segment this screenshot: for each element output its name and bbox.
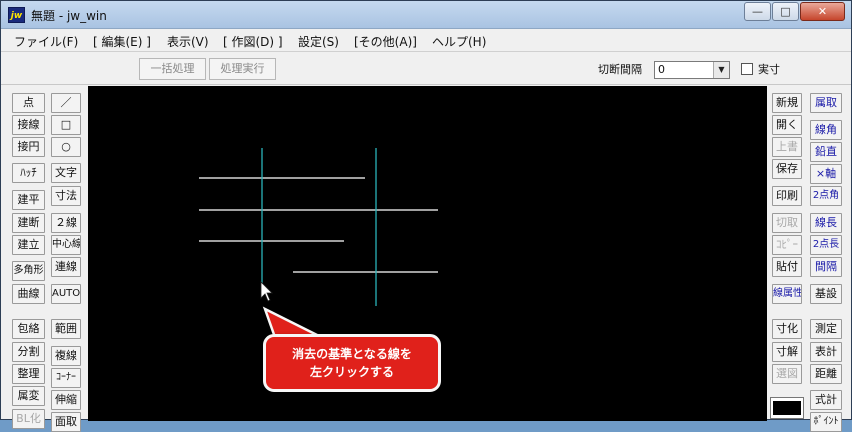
tool-point[interactable]: 点 bbox=[12, 93, 45, 113]
tool-corner[interactable]: ｺｰﾅｰ bbox=[51, 368, 81, 388]
tool-dimension-group[interactable]: 寸化 bbox=[772, 319, 802, 339]
callout-line-2: 左クリックする bbox=[309, 365, 394, 379]
tool-text[interactable]: 文字 bbox=[51, 163, 81, 183]
tool-circle[interactable]: ○ bbox=[51, 137, 81, 157]
tool-attribute-get[interactable]: 属取 bbox=[810, 93, 842, 113]
menu-bar: ファイル(F) [ 編集(E) ] 表示(V) [ 作図(D) ] 設定(S) … bbox=[1, 30, 851, 52]
tool-table-calc[interactable]: 表計 bbox=[810, 342, 842, 362]
tool-building-plan[interactable]: 建平 bbox=[12, 190, 45, 210]
tool-curve[interactable]: 曲線 bbox=[12, 284, 45, 304]
tool-stretch[interactable]: 伸縮 bbox=[51, 390, 81, 410]
tool-base-setting[interactable]: 基設 bbox=[810, 284, 842, 304]
tool-line-attribute[interactable]: 線属性 bbox=[772, 284, 802, 304]
tool-block[interactable]: BL化 bbox=[12, 409, 45, 429]
tool-cut[interactable]: 切取 bbox=[772, 213, 802, 233]
cut-interval-value: 0 bbox=[658, 63, 665, 76]
maximize-button[interactable]: □ bbox=[772, 2, 799, 21]
tool-select-figure[interactable]: 選図 bbox=[772, 364, 802, 384]
tool-formula-calc[interactable]: 式計 bbox=[810, 390, 842, 410]
close-button[interactable]: ✕ bbox=[800, 2, 845, 21]
tool-range[interactable]: 範囲 bbox=[51, 319, 81, 339]
tool-vertical[interactable]: 鉛直 bbox=[810, 142, 842, 162]
tool-point-calc[interactable]: ﾎﾟｲﾝﾄ bbox=[810, 412, 842, 432]
tool-line-length[interactable]: 線長 bbox=[810, 213, 842, 233]
batch-process-button[interactable]: 一括処理 bbox=[139, 58, 206, 80]
tool-center-line[interactable]: 中心線 bbox=[51, 235, 81, 255]
line-style-swatch bbox=[773, 401, 801, 415]
tool-new[interactable]: 新規 bbox=[772, 93, 802, 113]
tool-two-point-angle[interactable]: 2点角 bbox=[810, 186, 842, 206]
tool-interval[interactable]: 間隔 bbox=[810, 257, 842, 277]
tool-measure[interactable]: 測定 bbox=[810, 319, 842, 339]
tool-divide[interactable]: 分割 bbox=[12, 342, 45, 362]
tool-paste[interactable]: 貼付 bbox=[772, 257, 802, 277]
tool-dimension[interactable]: 寸法 bbox=[51, 186, 81, 206]
tool-hatch[interactable]: ﾊｯﾁ bbox=[12, 163, 45, 183]
tool-attribute-change[interactable]: 属変 bbox=[12, 386, 45, 406]
menu-file[interactable]: ファイル(F) bbox=[14, 33, 78, 50]
actual-size-label: 実寸 bbox=[758, 63, 780, 76]
cut-interval-select[interactable]: 0 ▼ bbox=[654, 61, 730, 79]
line-style-preview[interactable] bbox=[770, 397, 804, 419]
tool-envelope[interactable]: 包絡 bbox=[12, 319, 45, 339]
tool-save[interactable]: 保存 bbox=[772, 159, 802, 179]
chevron-down-icon[interactable]: ▼ bbox=[713, 62, 729, 78]
tool-rectangle[interactable]: □ bbox=[51, 115, 81, 135]
execute-process-button[interactable]: 処理実行 bbox=[209, 58, 276, 80]
tool-building-elevation[interactable]: 建立 bbox=[12, 235, 45, 255]
menu-help[interactable]: ヘルプ(H) bbox=[432, 33, 486, 50]
tool-line-angle[interactable]: 線角 bbox=[810, 120, 842, 140]
arrow-pointer-icon bbox=[260, 281, 273, 302]
tool-tangent[interactable]: 接線 bbox=[12, 115, 45, 135]
menu-settings[interactable]: 設定(S) bbox=[298, 33, 339, 50]
tool-building-section[interactable]: 建断 bbox=[12, 213, 45, 233]
tool-continuous-line[interactable]: 連線 bbox=[51, 257, 81, 277]
tool-print[interactable]: 印刷 bbox=[772, 186, 802, 206]
menu-edit[interactable]: [ 編集(E) ] bbox=[93, 33, 151, 50]
jw-app-icon: jw bbox=[8, 7, 25, 23]
title-bar: jw 無題 - jw_win — □ ✕ bbox=[1, 1, 851, 29]
tool-auto[interactable]: AUTO bbox=[51, 284, 81, 304]
cut-interval-label: 切断間隔 bbox=[598, 63, 642, 76]
callout-line-1: 消去の基準となる線を bbox=[292, 347, 412, 361]
tool-copy[interactable]: ｺﾋﾟｰ bbox=[772, 235, 802, 255]
app-window: jw 無題 - jw_win — □ ✕ ファイル(F) [ 編集(E) ] 表… bbox=[0, 0, 852, 432]
actual-size-checkbox[interactable] bbox=[741, 63, 753, 75]
tool-double-line[interactable]: ２線 bbox=[51, 213, 81, 233]
instruction-callout: 消去の基準となる線を 左クリックする bbox=[263, 334, 441, 392]
tool-overwrite[interactable]: 上書 bbox=[772, 137, 802, 157]
tool-polygon[interactable]: 多角形 bbox=[12, 261, 45, 281]
tool-two-point-length[interactable]: 2点長 bbox=[810, 235, 842, 255]
tool-tangent-circle[interactable]: 接円 bbox=[12, 137, 45, 157]
menu-view[interactable]: 表示(V) bbox=[167, 33, 209, 50]
tool-organize[interactable]: 整理 bbox=[12, 364, 45, 384]
tool-line[interactable]: ／ bbox=[51, 93, 81, 113]
tool-parallel-line[interactable]: 複線 bbox=[51, 346, 81, 366]
window-title: 無題 - jw_win bbox=[31, 9, 107, 23]
minimize-button[interactable]: — bbox=[744, 2, 771, 21]
tool-dimension-ungroup[interactable]: 寸解 bbox=[772, 342, 802, 362]
tool-x-axis[interactable]: ×軸 bbox=[810, 164, 842, 184]
menu-other[interactable]: [その他(A)] bbox=[354, 33, 417, 50]
tool-distance[interactable]: 距離 bbox=[810, 364, 842, 384]
menu-draw[interactable]: [ 作図(D) ] bbox=[223, 33, 283, 50]
tool-open[interactable]: 開く bbox=[772, 115, 802, 135]
tool-chamfer[interactable]: 面取 bbox=[51, 412, 81, 432]
